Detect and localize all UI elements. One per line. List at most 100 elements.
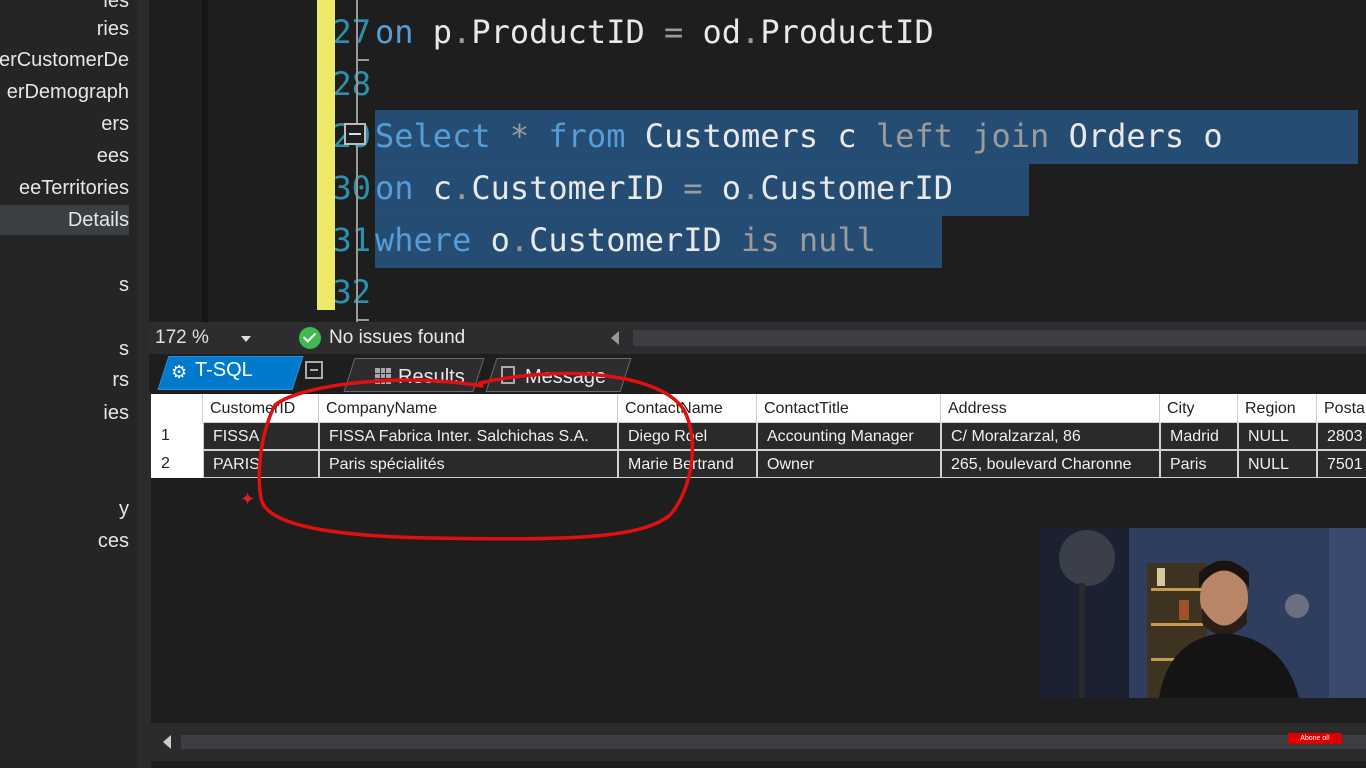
query-editor[interactable]: 27 28 29 30 31 32 on p.ProductID = od.Pr… bbox=[149, 0, 1366, 322]
explorer-item[interactable]: s bbox=[119, 270, 129, 300]
column-header[interactable]: ContactTitle bbox=[757, 394, 941, 423]
code-line-27[interactable]: on p.ProductID = od.ProductID bbox=[375, 6, 934, 58]
gutter-margin bbox=[202, 0, 208, 322]
annotation-star-icon: ✦ bbox=[240, 489, 256, 509]
table-cell[interactable]: Marie Bertrand bbox=[618, 450, 757, 478]
table-row[interactable]: 2 PARIS Paris spécialités Marie Bertrand… bbox=[151, 450, 1366, 478]
explorer-item[interactable]: ees bbox=[97, 141, 129, 171]
table-cell[interactable]: Paris spécialités bbox=[319, 450, 618, 478]
explorer-item[interactable]: ries bbox=[97, 14, 129, 44]
change-tracking-bar bbox=[317, 0, 335, 310]
explorer-item[interactable]: erCustomerDe bbox=[0, 45, 129, 75]
table-cell[interactable]: Owner bbox=[757, 450, 941, 478]
column-header[interactable]: Posta bbox=[1317, 394, 1366, 423]
line-number: 31 bbox=[332, 221, 371, 259]
grid-icon bbox=[375, 368, 391, 384]
column-header[interactable]: CompanyName bbox=[319, 394, 618, 423]
column-header[interactable]: City bbox=[1160, 394, 1238, 423]
outline-tick bbox=[357, 319, 369, 321]
code-token: Orders o bbox=[1049, 117, 1223, 155]
operator-token: = bbox=[683, 169, 703, 207]
column-header[interactable]: CustomerID bbox=[203, 394, 319, 423]
object-explorer: ies ries erCustomerDe erDemograph ers ee… bbox=[0, 0, 137, 768]
presenter-video bbox=[1039, 528, 1366, 698]
code-token: CustomerID bbox=[760, 169, 953, 207]
issues-status[interactable]: No issues found bbox=[329, 327, 465, 349]
code-token: ProductID bbox=[760, 13, 934, 51]
explorer-item[interactable]: erDemograph bbox=[7, 77, 129, 107]
code-line-29[interactable]: Select * from Customers c left join Orde… bbox=[375, 110, 1223, 162]
keyword-token: is null bbox=[741, 221, 876, 259]
keyword-token: Select bbox=[375, 117, 491, 155]
line-number: 30 bbox=[332, 169, 371, 207]
tab-results-label[interactable]: Results bbox=[398, 366, 465, 389]
code-token: od bbox=[683, 13, 742, 51]
table-cell[interactable]: Diego Roel bbox=[618, 422, 757, 450]
explorer-item[interactable]: y bbox=[119, 494, 129, 524]
table-cell[interactable]: 265, boulevard Charonne bbox=[941, 450, 1160, 478]
code-token: CustomerID bbox=[471, 169, 684, 207]
table-cell[interactable]: 2803 bbox=[1317, 422, 1366, 450]
code-token: p bbox=[413, 13, 453, 51]
code-line-30[interactable]: on c.CustomerID = o.CustomerID bbox=[375, 162, 953, 214]
table-cell[interactable]: 7501 bbox=[1317, 450, 1366, 478]
grid-horizontal-scrollbar[interactable] bbox=[151, 723, 1366, 761]
collapse-icon[interactable] bbox=[344, 123, 366, 145]
table-cell[interactable]: FISSA bbox=[203, 422, 319, 450]
table-cell[interactable]: PARIS bbox=[203, 450, 319, 478]
check-circle-icon bbox=[299, 327, 321, 349]
webcam-overlay bbox=[1039, 528, 1366, 698]
explorer-item[interactable]: rs bbox=[112, 365, 129, 395]
splitter[interactable] bbox=[137, 0, 149, 768]
column-header[interactable]: Address bbox=[941, 394, 1160, 423]
message-icon bbox=[501, 366, 515, 384]
tab-tsql-label[interactable]: T-SQL bbox=[195, 359, 253, 382]
code-token: . bbox=[452, 169, 472, 207]
table-cell[interactable]: NULL bbox=[1238, 450, 1317, 478]
grid-corner[interactable] bbox=[151, 394, 203, 423]
code-token: o bbox=[702, 169, 742, 207]
table-cell[interactable]: C/ Moralzarzal, 86 bbox=[941, 422, 1160, 450]
code-token: . bbox=[452, 13, 472, 51]
scroll-left-icon[interactable] bbox=[163, 735, 171, 749]
keyword-token: on bbox=[375, 13, 414, 51]
table-cell[interactable]: Madrid bbox=[1160, 422, 1238, 450]
explorer-item-selected[interactable]: Details bbox=[0, 205, 129, 235]
execution-plan-icon[interactable] bbox=[305, 361, 323, 379]
horizontal-scrollbar-thumb[interactable] bbox=[633, 330, 1366, 346]
table-cell[interactable]: Accounting Manager bbox=[757, 422, 941, 450]
table-cell[interactable]: Paris bbox=[1160, 450, 1238, 478]
code-token: . bbox=[509, 221, 530, 259]
row-number[interactable]: 1 bbox=[151, 422, 203, 450]
outline-line bbox=[356, 0, 358, 322]
table-row[interactable]: 1 FISSA FISSA Fabrica Inter. Salchichas … bbox=[151, 422, 1366, 450]
row-number[interactable]: 2 bbox=[151, 450, 203, 478]
column-header[interactable]: ContactName bbox=[618, 394, 757, 423]
results-tabs: ⚙ T-SQL Results Message bbox=[149, 354, 1366, 392]
editor-status-bar: 172 % No issues found bbox=[149, 322, 1366, 354]
explorer-item[interactable]: ies bbox=[103, 398, 129, 428]
code-token: Customers c bbox=[625, 117, 876, 155]
zoom-level[interactable]: 172 % bbox=[155, 327, 209, 349]
line-number: 28 bbox=[332, 65, 371, 103]
tab-message-label[interactable]: Message bbox=[525, 366, 606, 389]
table-cell[interactable]: FISSA Fabrica Inter. Salchichas S.A. bbox=[319, 422, 618, 450]
line-number: 27 bbox=[332, 13, 371, 51]
keyword-token: left join bbox=[875, 117, 1050, 155]
explorer-item[interactable]: ers bbox=[101, 109, 129, 139]
column-header[interactable]: Region bbox=[1238, 394, 1317, 423]
chevron-down-icon[interactable] bbox=[241, 336, 251, 342]
grid-header: CustomerID CompanyName ContactName Conta… bbox=[151, 394, 1366, 423]
explorer-item[interactable]: s bbox=[119, 334, 129, 364]
keyword-token: where bbox=[375, 221, 472, 259]
explorer-item[interactable]: ces bbox=[98, 526, 129, 556]
table-cell[interactable]: NULL bbox=[1238, 422, 1317, 450]
outline-tick bbox=[357, 59, 369, 61]
scrollbar-thumb[interactable] bbox=[181, 735, 1366, 749]
code-token: . bbox=[741, 169, 761, 207]
code-line-31[interactable]: where o.CustomerID is null bbox=[375, 214, 876, 266]
explorer-item[interactable]: eeTerritories bbox=[19, 173, 129, 203]
panel-border bbox=[149, 392, 151, 768]
scroll-left-icon[interactable] bbox=[611, 331, 619, 345]
subscribe-button[interactable]: Abone ol! bbox=[1288, 733, 1342, 744]
